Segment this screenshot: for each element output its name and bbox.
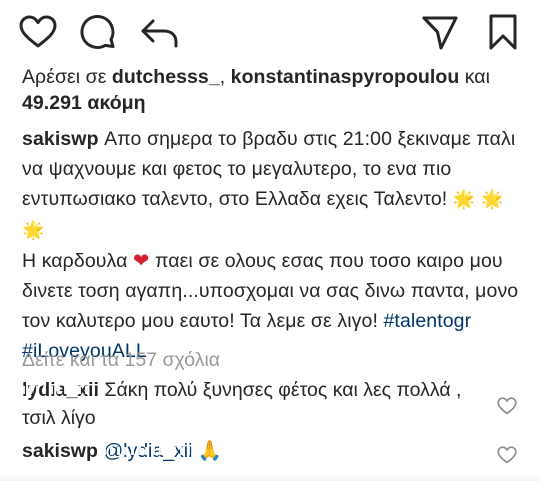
comment-item: sakiswp @lydia_xii 🙏 (22, 437, 492, 465)
likes-separator: , (219, 66, 231, 88)
folded-hands-emoji-icon: 🙏 (197, 439, 223, 462)
hashtag-link[interactable]: #talentogr (383, 310, 471, 332)
comment-username[interactable]: sakiswp (22, 440, 98, 462)
bottom-edge-divider (0, 474, 540, 481)
comment-like-heart-icon[interactable] (497, 446, 517, 469)
speech-bubble-icon[interactable] (80, 15, 116, 51)
reply-arrow-icon[interactable] (140, 18, 180, 48)
comment-item: lydia_xii Σάκη πολύ ξυνησες φέτος και λε… (22, 376, 492, 432)
liker-username[interactable]: konstantinaspyropoulou (231, 66, 460, 88)
liker-username[interactable]: dutchesss_ (112, 66, 220, 88)
likes-prefix: Αρέσει σε (22, 66, 112, 88)
post-action-bar (0, 0, 540, 64)
likes-count-others[interactable]: 49.291 ακόμη (22, 92, 146, 114)
heart-outline-icon[interactable] (19, 15, 57, 49)
red-heart-emoji-icon: ❤ (133, 249, 150, 272)
bookmark-icon[interactable] (487, 13, 519, 51)
paper-plane-icon[interactable] (421, 15, 459, 51)
comment-mention[interactable]: @lydia_xii (103, 440, 192, 462)
comment-username[interactable]: lydia_xii (22, 379, 99, 401)
likes-conjunction: και (459, 66, 491, 88)
caption-paragraph-1: sakiswp Απο σημερα το βραδυ στις 21:00 ξ… (22, 124, 527, 246)
comment-like-heart-icon[interactable] (497, 397, 517, 420)
caption-text: Η καρδουλα (22, 250, 133, 272)
likes-summary: Αρέσει σε dutchesss_, konstantinaspyropo… (22, 64, 522, 116)
post-caption: sakiswp Απο σημερα το βραδυ στις 21:00 ξ… (22, 124, 527, 366)
view-all-comments-link[interactable]: Δείτε και τα 157 σχόλια (22, 347, 220, 373)
caption-username[interactable]: sakiswp (22, 128, 99, 150)
